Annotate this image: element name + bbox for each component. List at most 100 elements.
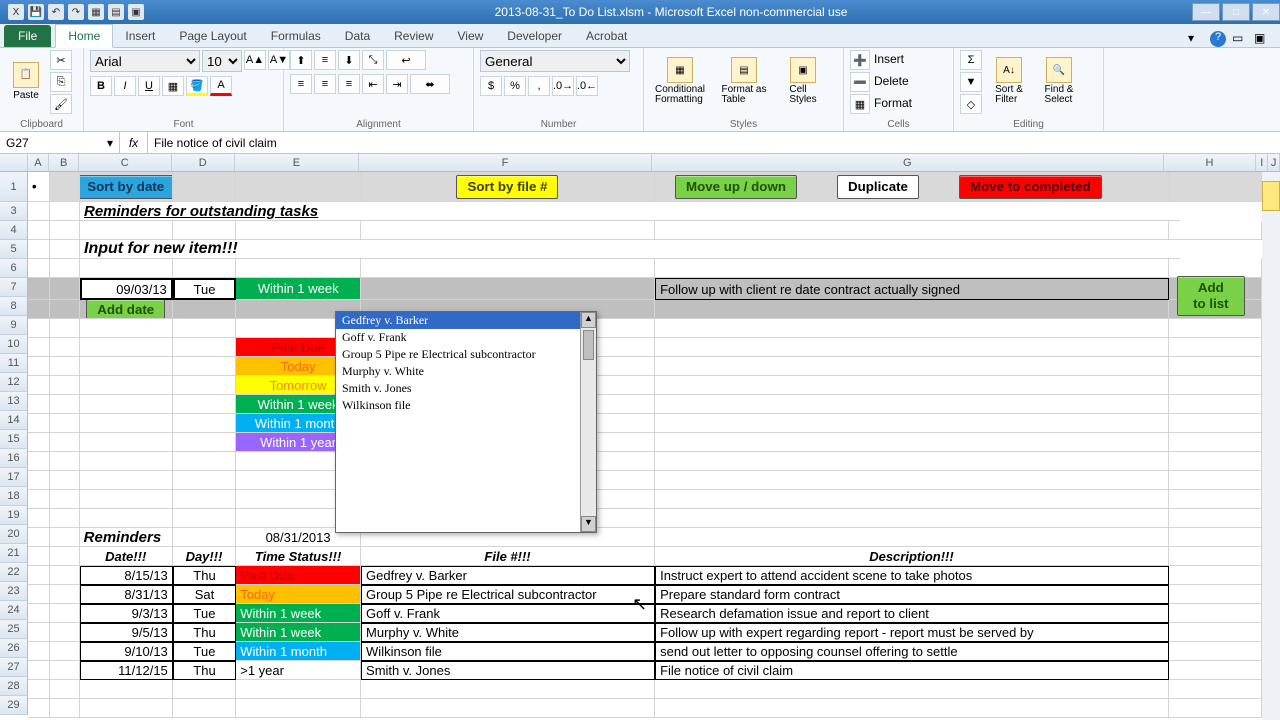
status-cell[interactable]: Within 1 week [236,604,361,623]
desc-cell[interactable]: send out letter to opposing counsel offe… [655,642,1169,661]
format-label[interactable]: Format [872,94,914,114]
file-dropdown-list[interactable]: Gedfrey v. BarkerGoff v. FrankGroup 5 Pi… [335,311,597,533]
file-cell[interactable]: Group 5 Pipe re Electrical subcontractor [361,585,655,604]
cut-icon[interactable]: ✂ [50,50,72,70]
increase-indent-icon[interactable]: ⇥ [386,74,408,94]
col-header[interactable]: G [652,154,1164,171]
number-format-select[interactable]: General [480,50,630,72]
row-header[interactable]: 3 [0,202,28,221]
day-cell[interactable]: Thu [173,623,236,642]
align-middle-icon[interactable]: ≡ [314,50,336,70]
add-to-list-button[interactable]: Add to list [1177,276,1245,316]
delete-label[interactable]: Delete [872,72,911,92]
row-header[interactable]: 17 [0,468,28,487]
status-cell[interactable]: Today [236,585,361,604]
scroll-up-icon[interactable]: ▲ [581,312,596,328]
desc-cell[interactable]: Prepare standard form contract [655,585,1169,604]
desc-cell[interactable]: File notice of civil claim [655,661,1169,680]
decrease-decimal-icon[interactable]: .0← [576,76,598,96]
tab-formulas[interactable]: Formulas [259,25,333,47]
tab-review[interactable]: Review [382,25,445,47]
row-header[interactable]: 4 [0,221,28,240]
merge-button[interactable]: ⬌ [410,74,450,94]
qat-icon[interactable]: ▦ [88,4,104,20]
date-cell[interactable]: 9/5/13 [80,623,173,642]
row-header[interactable]: 7 [0,278,28,297]
maximize-icon[interactable]: □ [1222,3,1250,21]
input-status-cell[interactable]: Within 1 week [236,278,361,300]
align-left-icon[interactable]: ≡ [290,74,312,94]
col-header[interactable]: A [28,154,50,171]
row-header[interactable]: 27 [0,658,28,677]
dropdown-option[interactable]: Murphy v. White [336,363,596,380]
tab-view[interactable]: View [446,25,496,47]
row-header[interactable]: 18 [0,487,28,506]
date-cell[interactable]: 8/31/13 [80,585,173,604]
file-cell[interactable]: Wilkinson file [361,642,655,661]
qat-icon[interactable]: ▣ [128,4,144,20]
redo-icon[interactable]: ↷ [68,4,84,20]
align-top-icon[interactable]: ⬆ [290,50,312,70]
wrap-text-button[interactable]: ↩ [386,50,426,70]
tab-file[interactable]: File [4,25,51,47]
input-description-cell[interactable]: Follow up with client re date contract a… [655,278,1169,300]
row-header[interactable]: 23 [0,582,28,601]
currency-icon[interactable]: $ [480,76,502,96]
tab-insert[interactable]: Insert [113,25,167,47]
scroll-down-icon[interactable]: ▼ [581,516,596,532]
date-cell[interactable]: 11/12/15 [80,661,173,680]
row-header[interactable]: 14 [0,411,28,430]
percent-icon[interactable]: % [504,76,526,96]
insert-label[interactable]: Insert [872,50,906,70]
date-cell[interactable]: 8/15/13 [80,566,173,585]
increase-font-icon[interactable]: A▲ [244,50,266,70]
select-all-corner[interactable] [0,154,28,171]
comma-icon[interactable]: , [528,76,550,96]
col-header[interactable]: H [1164,154,1257,171]
day-cell[interactable]: Thu [173,566,236,585]
col-header[interactable]: I [1256,154,1268,171]
day-cell[interactable]: Thu [173,661,236,680]
file-cell[interactable]: Smith v. Jones [361,661,655,680]
align-bottom-icon[interactable]: ⬇ [338,50,360,70]
desc-cell[interactable]: Follow up with expert regarding report -… [655,623,1169,642]
tab-home[interactable]: Home [55,24,113,48]
col-header[interactable]: D [172,154,235,171]
clear-icon[interactable]: ◇ [960,94,982,114]
status-cell[interactable]: Within 1 month [236,642,361,661]
minimize-ribbon-icon[interactable]: ▾ [1188,31,1204,47]
qat-icon[interactable]: ▤ [108,4,124,20]
border-button[interactable]: ▦ [162,76,184,96]
row-header[interactable]: 20 [0,525,28,544]
input-date-cell[interactable]: 09/03/13 [80,278,173,300]
duplicate-button[interactable]: Duplicate [837,175,919,199]
col-header[interactable]: C [79,154,172,171]
col-header[interactable]: B [49,154,79,171]
move-up-down-button[interactable]: Move up / down [675,175,797,199]
col-header[interactable]: F [359,154,652,171]
row-header[interactable]: 25 [0,620,28,639]
row-header[interactable]: 26 [0,639,28,658]
sort-filter-button[interactable]: A↓Sort & Filter [986,50,1032,112]
status-cell[interactable]: >1 year [236,661,361,680]
conditional-formatting-button[interactable]: ▦Conditional Formatting [650,50,710,112]
col-header[interactable]: E [235,154,359,171]
row-header[interactable]: 10 [0,335,28,354]
cell-styles-button[interactable]: ▣Cell Styles [778,50,828,112]
window-icon[interactable]: ▭ [1232,31,1248,47]
day-cell[interactable]: Sat [173,585,236,604]
day-cell[interactable]: Tue [173,604,236,623]
tab-data[interactable]: Data [333,25,382,47]
grid-body[interactable]: • Sort by date Sort by file # Move up / … [28,172,1262,718]
window-icon[interactable]: ▣ [1254,31,1270,47]
day-cell[interactable]: Tue [173,642,236,661]
row-header[interactable]: 9 [0,316,28,335]
font-color-button[interactable]: A [210,76,232,96]
row-header[interactable]: 5 [0,240,28,259]
font-size-select[interactable]: 10 [202,50,242,72]
insert-icon[interactable]: ➕ [850,50,870,70]
row-header[interactable]: 16 [0,449,28,468]
italic-button[interactable]: I [114,76,136,96]
fx-icon[interactable]: fx [120,132,148,153]
row-header[interactable]: 6 [0,259,28,278]
